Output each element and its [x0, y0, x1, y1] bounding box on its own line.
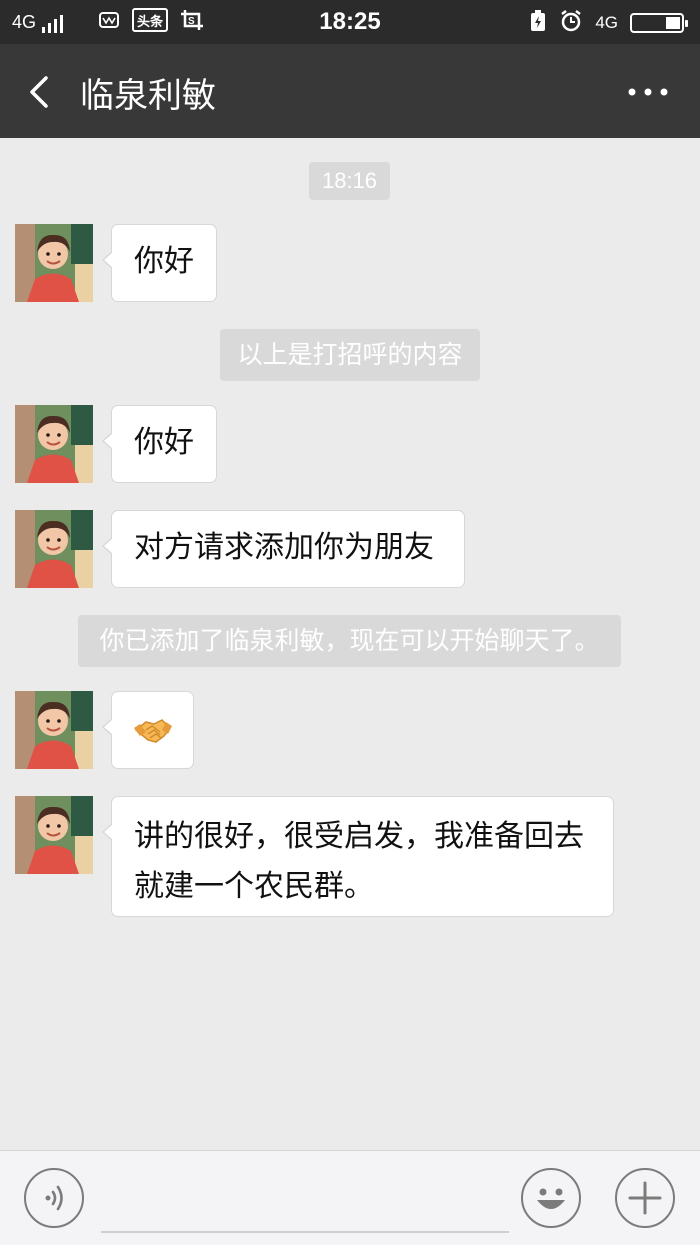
message-bubble[interactable] [102, 691, 194, 769]
message-bubble[interactable]: 讲的很好，很受启发，我准备回去就建一个农民群。 [102, 796, 614, 917]
message-bubble[interactable]: 你好 [102, 224, 217, 302]
contact-avatar[interactable] [15, 224, 93, 302]
chat-header: 临泉利敏 [0, 44, 700, 138]
message-bubble[interactable]: 对方请求添加你为朋友 [102, 510, 465, 588]
contact-avatar[interactable] [15, 796, 93, 874]
message-text: 对方请求添加你为朋友 [134, 530, 434, 565]
back-button[interactable] [20, 72, 60, 112]
more-button[interactable] [626, 80, 670, 104]
handshake-emoji [134, 719, 172, 743]
system-notice: 你已添加了临泉利敏，现在可以开始聊天了。 [78, 615, 621, 667]
contact-avatar[interactable] [15, 691, 93, 769]
charging-icon [529, 10, 547, 36]
message-bubble[interactable]: 你好 [102, 405, 217, 483]
message-timestamp: 18:16 [309, 162, 390, 200]
battery-icon [630, 13, 688, 33]
message-input[interactable] [101, 1175, 509, 1233]
status-right: 4G [529, 9, 688, 37]
contact-avatar[interactable] [15, 510, 93, 588]
network-label-right: 4G [595, 13, 618, 32]
more-functions-button[interactable] [615, 1168, 675, 1228]
voice-icon [45, 1185, 63, 1211]
message-text: 你好 [134, 425, 194, 460]
voice-button[interactable] [24, 1168, 84, 1228]
emoji-icon [537, 1188, 565, 1209]
contact-avatar[interactable] [15, 405, 93, 483]
more-dots-icon [628, 88, 668, 96]
chat-area[interactable]: 18:16 你好 以上是打招呼的内容 你好 对方请求添加你为朋友 你已添加了临泉… [0, 138, 700, 1150]
input-bar [0, 1150, 700, 1245]
message-text: 讲的很好，很受启发，我准备回去就建一个农民群。 [134, 819, 584, 904]
alarm-icon [559, 9, 583, 37]
system-notice: 以上是打招呼的内容 [220, 329, 480, 381]
chevron-left-icon [30, 76, 48, 108]
emoji-button[interactable] [521, 1168, 581, 1228]
message-text: 你好 [134, 244, 194, 279]
chat-title: 临泉利敏 [80, 76, 216, 116]
status-bar: 4G 头条 S 18:25 4G [0, 0, 700, 44]
plus-icon [628, 1181, 662, 1215]
